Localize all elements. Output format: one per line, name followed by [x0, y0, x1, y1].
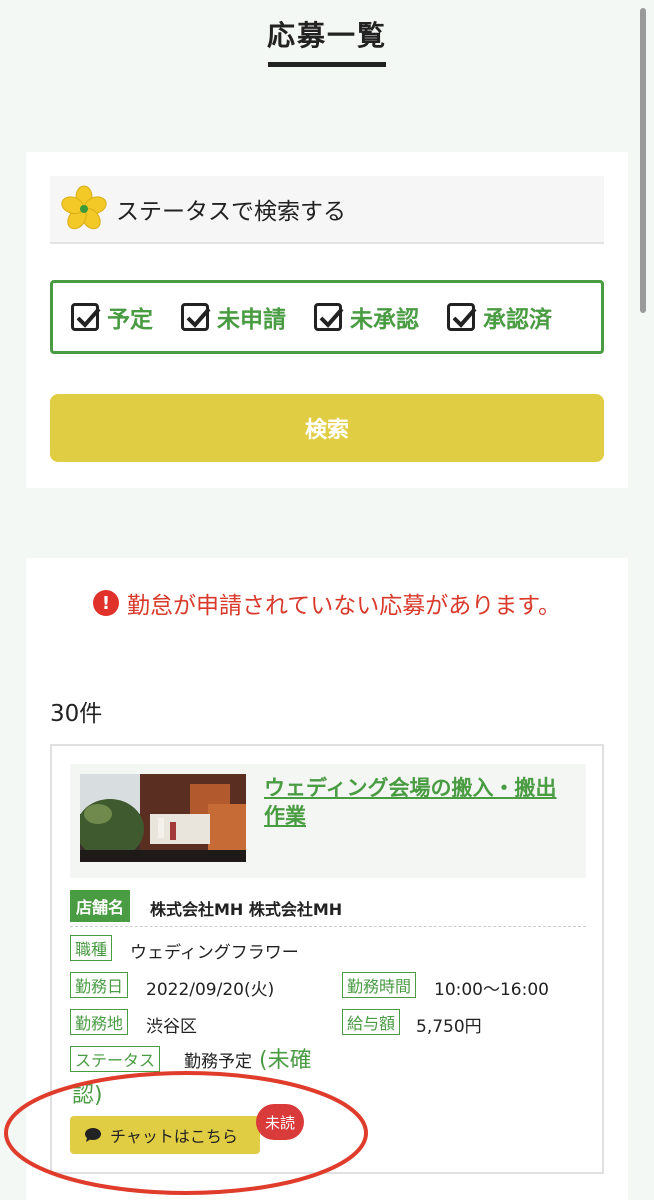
- salary-value: 5,750円: [416, 1017, 482, 1037]
- result-count: 30件: [50, 701, 103, 727]
- salary-tag: 給与額: [342, 1009, 401, 1035]
- checkbox-checked-icon[interactable]: [181, 303, 211, 331]
- exclamation-circle-icon: !: [92, 590, 119, 616]
- shop-name: 株式会社MH 株式会社MH: [150, 900, 343, 919]
- job-header: ウェディング会場の搬入・搬出作業: [70, 764, 586, 878]
- work-date-tag: 勤務日: [70, 972, 129, 998]
- status-label: 予定: [107, 307, 153, 333]
- location-tag: 勤務地: [70, 1009, 129, 1035]
- unapplied-alert: ! 勤怠が申請されていない応募があります。: [26, 586, 628, 620]
- alert-text: 勤怠が申請されていない応募があります。: [126, 593, 561, 619]
- status-label: 未申請: [217, 307, 286, 333]
- checkbox-checked-icon[interactable]: [314, 303, 344, 331]
- status-label: 承認済: [483, 307, 552, 333]
- job-type-value: ウェディングフラワー: [130, 943, 299, 963]
- shop-tag: 店舗名: [70, 890, 131, 922]
- status-filter: 予定 未申請 未承認 承認済: [50, 280, 604, 354]
- work-time-value: 10:00〜16:00: [434, 980, 549, 1000]
- work-date-value: 2022/09/20(火): [146, 980, 275, 1000]
- status-option-unapproved[interactable]: 未承認: [314, 300, 419, 334]
- job-title-link[interactable]: ウェディング会場の搬入・搬出作業: [264, 774, 574, 830]
- page-title: 応募一覧: [266, 19, 387, 52]
- annotation-ellipse: [4, 1071, 368, 1195]
- status-option-approved[interactable]: 承認済: [447, 300, 552, 334]
- status-label: 未承認: [350, 307, 419, 333]
- search-header-label: ステータスで検索する: [116, 199, 346, 225]
- divider: [70, 926, 586, 927]
- checkbox-checked-icon[interactable]: [447, 303, 477, 331]
- checkbox-checked-icon[interactable]: [71, 303, 101, 331]
- status-option-scheduled[interactable]: 予定: [71, 300, 153, 334]
- job-type-tag: 職種: [70, 935, 113, 961]
- work-time-tag: 勤務時間: [342, 972, 417, 998]
- title-underline: [268, 62, 386, 67]
- flower-logo-icon: [61, 185, 107, 230]
- location-value: 渋谷区: [146, 1017, 197, 1037]
- search-panel: ステータスで検索する 予定 未申請 未承認 承認済 検索: [26, 152, 628, 488]
- job-thumbnail[interactable]: [80, 774, 246, 862]
- search-header: ステータスで検索する: [50, 176, 604, 244]
- status-option-unapplied[interactable]: 未申請: [181, 300, 286, 334]
- search-button[interactable]: 検索: [50, 394, 604, 462]
